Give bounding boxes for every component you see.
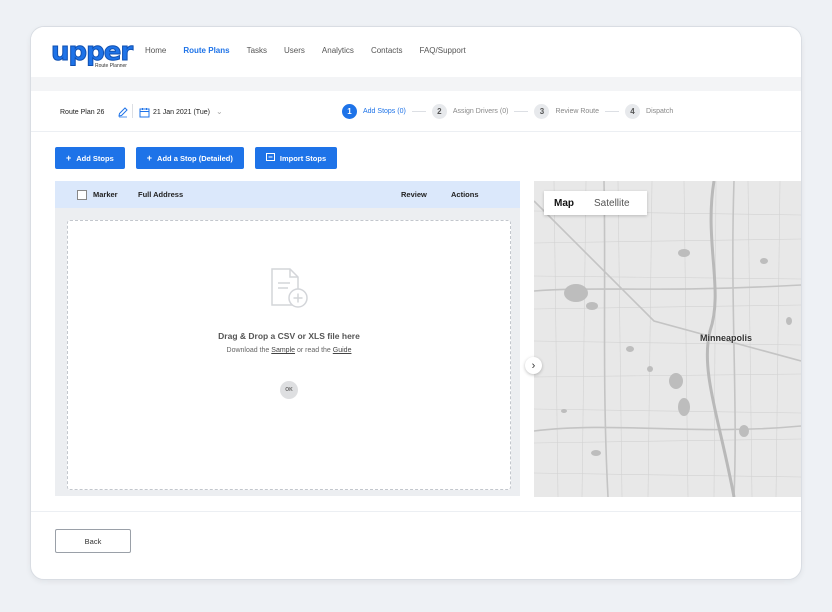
plus-icon: +	[146, 153, 153, 163]
chevron-right-icon[interactable]: ›	[525, 357, 542, 374]
column-review[interactable]: Review	[401, 190, 427, 199]
step-review-route[interactable]: 3 Review Route	[534, 104, 599, 119]
step-add-stops[interactable]: 1 Add Stops (0)	[342, 104, 406, 119]
step-assign-drivers[interactable]: 2 Assign Drivers (0)	[431, 104, 509, 119]
dropzone-text: Download the	[226, 347, 270, 354]
upper-logo[interactable]: upper Route Planner	[50, 37, 133, 73]
step-connector	[514, 111, 529, 112]
logo-subtitle: Route Planner	[95, 63, 127, 69]
stops-table-header: Marker Full Address Review Actions	[55, 181, 520, 208]
plan-toolbar: Route Plan 26 21 Jan 2021 (Tue) ⌄ 1 Add …	[31, 91, 801, 132]
nav-home[interactable]: Home	[145, 46, 166, 55]
back-button[interactable]: Back	[55, 529, 131, 553]
nav-route-plans[interactable]: Route Plans	[183, 46, 229, 55]
nav-contacts[interactable]: Contacts	[371, 46, 403, 55]
dropzone-text: or read the	[296, 347, 331, 354]
map-tiles	[534, 181, 801, 497]
step-number: 3	[534, 104, 550, 119]
footer-divider	[31, 511, 801, 512]
route-plan-name: Route Plan 26	[60, 109, 105, 116]
column-marker[interactable]: Marker	[93, 190, 118, 199]
map-tab-satellite[interactable]: Satellite	[584, 198, 640, 209]
map-view[interactable]: Map Satellite Minneapolis	[534, 181, 801, 497]
map-tab-map[interactable]: Map	[544, 198, 584, 209]
plus-icon: +	[66, 153, 72, 163]
button-label: Add Stops	[76, 153, 114, 163]
nav-links: Home Route Plans Tasks Users Analytics C…	[145, 46, 483, 55]
select-all-checkbox[interactable]	[77, 190, 87, 200]
nav-users[interactable]: Users	[284, 46, 305, 55]
file-dropzone[interactable]: Drag & Drop a CSV or XLS file here Downl…	[67, 220, 511, 490]
nav-tasks[interactable]: Tasks	[247, 46, 267, 55]
add-stops-button[interactable]: + Add Stops	[55, 147, 125, 169]
header-strip	[31, 77, 801, 91]
step-number: 4	[625, 104, 641, 119]
step-label: Assign Drivers (0)	[452, 108, 509, 115]
nav-analytics[interactable]: Analytics	[322, 46, 354, 55]
button-label: Import Stops	[279, 153, 327, 163]
wizard-steps: 1 Add Stops (0) 2 Assign Drivers (0) 3 R…	[342, 104, 673, 119]
step-label: Review Route	[555, 108, 600, 115]
sample-link[interactable]: Sample	[271, 347, 295, 354]
add-stop-detailed-button[interactable]: + Add a Stop (Detailed)	[135, 147, 244, 169]
stop-actions: + Add Stops + Add a Stop (Detailed) Impo…	[55, 147, 348, 169]
import-stops-button[interactable]: Import Stops	[254, 147, 338, 169]
dropzone-title: Drag & Drop a CSV or XLS file here	[218, 331, 360, 341]
ok-button[interactable]: OK	[280, 381, 298, 399]
calendar-icon[interactable]	[139, 105, 150, 118]
map-city-label: Minneapolis	[700, 333, 753, 343]
file-upload-icon	[264, 265, 312, 313]
chevron-down-icon[interactable]: ⌄	[216, 107, 223, 116]
step-label: Dispatch	[646, 108, 674, 115]
toolbar-divider	[132, 104, 133, 118]
step-label: Add Stops (0)	[363, 108, 406, 115]
edit-pencil-icon[interactable]	[117, 105, 129, 118]
button-label: Add a Stop (Detailed)	[157, 153, 233, 163]
dropzone-subtitle: Download the Sample or read the Guide	[68, 347, 510, 354]
guide-link[interactable]: Guide	[333, 347, 352, 354]
column-actions[interactable]: Actions	[451, 190, 479, 199]
step-dispatch[interactable]: 4 Dispatch	[625, 104, 673, 119]
step-number: 1	[342, 104, 357, 119]
app-window: upper Route Planner Home Route Plans Tas…	[30, 26, 802, 580]
import-icon	[265, 153, 275, 163]
step-connector	[411, 111, 426, 112]
step-number: 2	[431, 104, 447, 119]
nav-faq-support[interactable]: FAQ/Support	[420, 46, 466, 55]
map-type-toggle: Map Satellite	[544, 191, 647, 215]
column-full-address[interactable]: Full Address	[138, 190, 183, 199]
plan-date[interactable]: 21 Jan 2021 (Tue)	[153, 109, 210, 116]
top-navigation: upper Route Planner Home Route Plans Tas…	[31, 27, 801, 78]
step-connector	[605, 111, 620, 112]
